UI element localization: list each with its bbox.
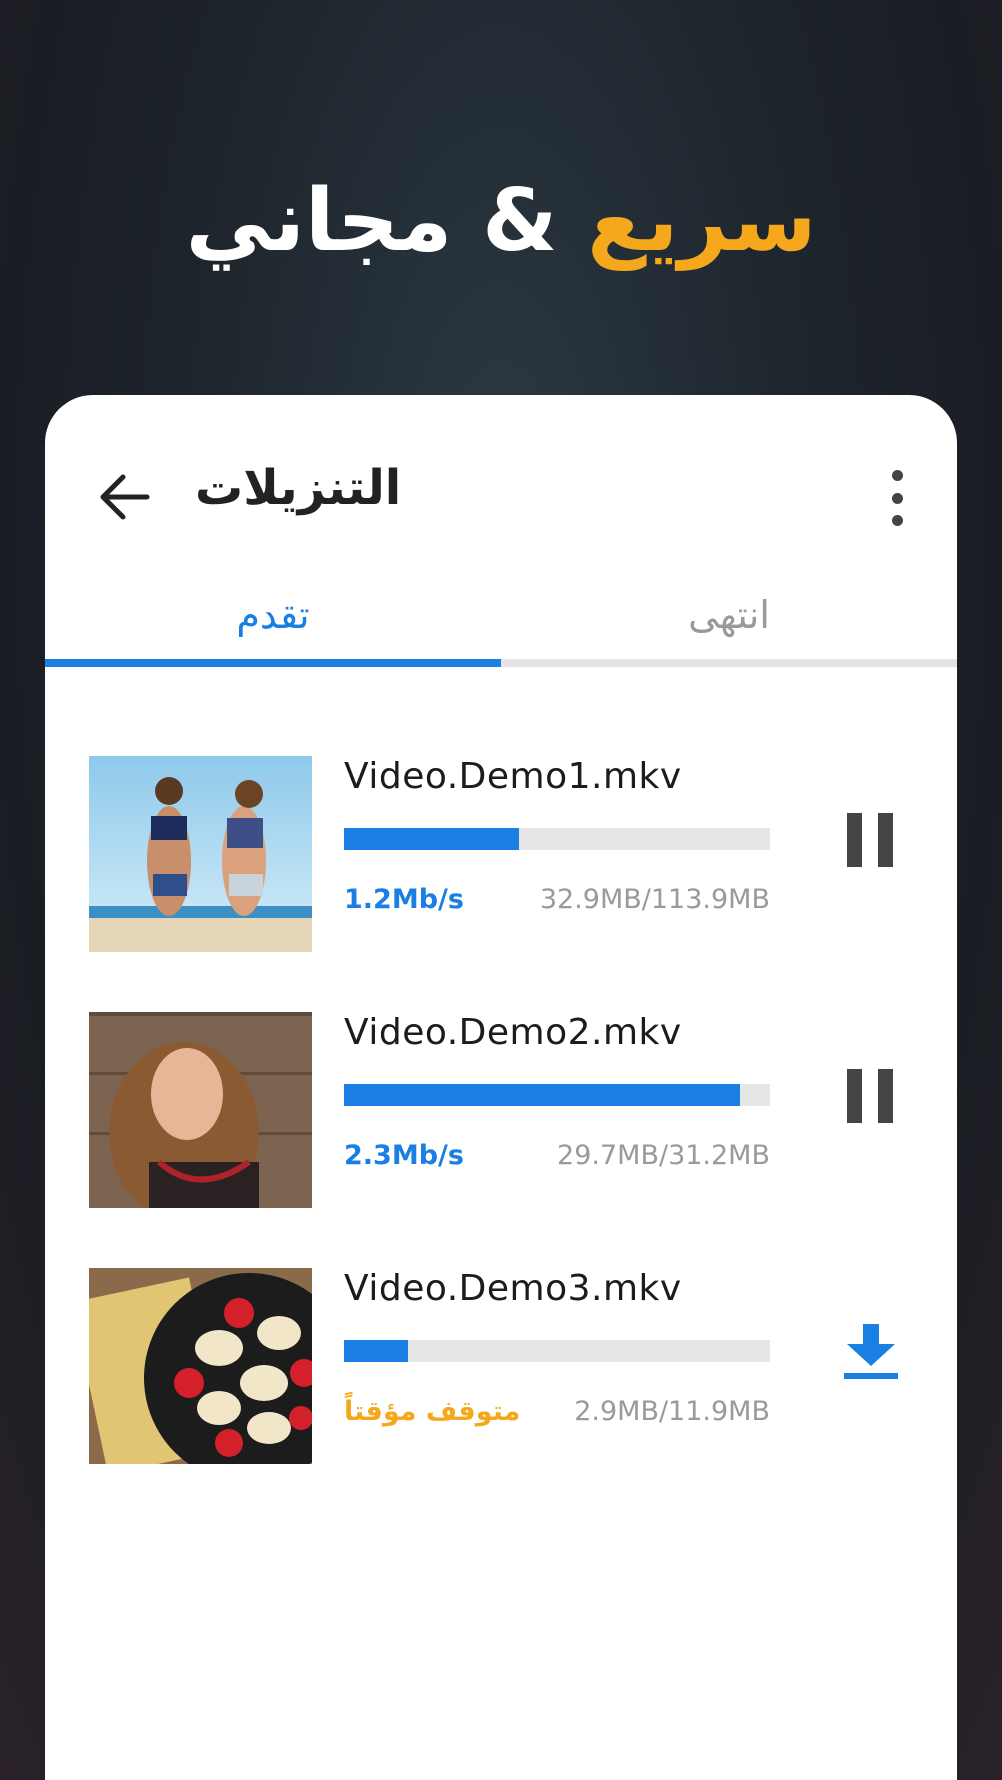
more-menu-icon[interactable]: [887, 470, 907, 526]
pause-icon[interactable]: [841, 810, 901, 870]
thumbnail-food: [89, 1268, 312, 1464]
back-arrow-icon[interactable]: [95, 467, 155, 527]
file-name: Video.Demo3.mkv: [344, 1268, 682, 1309]
download-status-paused: متوقف مؤقتاً: [344, 1396, 521, 1427]
thumbnail-portrait: [89, 1012, 312, 1208]
progress-bar: [344, 1340, 770, 1362]
progress-fill: [344, 1084, 741, 1106]
download-speed: 2.3Mb/s: [344, 1140, 464, 1171]
progress-fill: [344, 828, 519, 850]
download-size: 29.7MB/31.2MB: [557, 1140, 770, 1171]
download-item[interactable]: Video.Demo3.mkv متوقف مؤقتاً 2.9MB/11.9M…: [89, 1268, 919, 1464]
thumbnail-beach: [89, 756, 312, 952]
progress-bar: [344, 828, 770, 850]
tab-indicator: [45, 659, 501, 667]
download-size: 32.9MB/113.9MB: [539, 884, 770, 915]
download-item[interactable]: Video.Demo1.mkv 1.2Mb/s 32.9MB/113.9MB: [89, 756, 919, 952]
progress-bar: [344, 1084, 770, 1106]
progress-fill: [344, 1340, 408, 1362]
page-title: التنزيلات: [195, 460, 402, 516]
downloads-card: التنزيلات تقدم انتهى Video.Demo1.mkv 1.2…: [45, 395, 957, 1780]
tab-finished[interactable]: انتهى: [501, 575, 957, 667]
headline-rest: & مجاني: [185, 171, 588, 271]
toolbar: التنزيلات: [45, 395, 957, 605]
file-name: Video.Demo2.mkv: [344, 1012, 682, 1053]
download-speed: 1.2Mb/s: [344, 884, 464, 915]
tab-in-progress[interactable]: تقدم: [45, 575, 501, 667]
headline-accent: سريع: [587, 171, 817, 271]
download-icon[interactable]: [841, 1322, 901, 1382]
download-size: 2.9MB/11.9MB: [574, 1396, 770, 1427]
tab-bar: تقدم انتهى: [45, 575, 957, 675]
download-item[interactable]: Video.Demo2.mkv 2.3Mb/s 29.7MB/31.2MB: [89, 1012, 919, 1208]
pause-icon[interactable]: [841, 1066, 901, 1126]
file-name: Video.Demo1.mkv: [344, 756, 682, 797]
headline: سريع & مجاني: [0, 170, 1002, 273]
